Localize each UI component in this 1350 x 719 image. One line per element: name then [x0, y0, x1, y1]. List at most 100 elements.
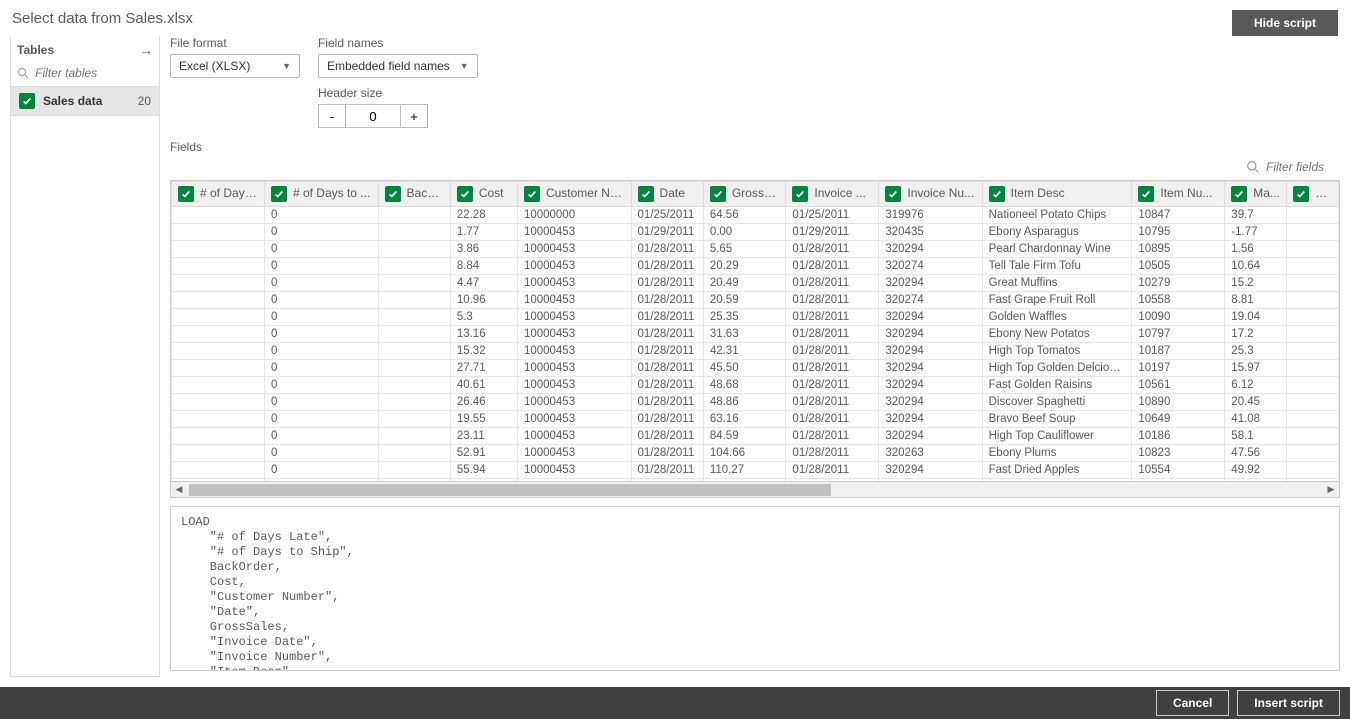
file-format-select[interactable]: Excel (XLSX) ▼ — [170, 54, 300, 78]
table-row[interactable]: 052.911000045301/28/2011104.6601/28/2011… — [172, 445, 1339, 462]
checkbox-checked-icon[interactable] — [178, 186, 194, 202]
table-cell — [378, 479, 450, 482]
table-cell: 320294 — [879, 360, 982, 377]
table-row[interactable]: 040.611000045301/28/201148.6801/28/20113… — [172, 377, 1339, 394]
table-cell: 10895 — [1132, 241, 1225, 258]
checkbox-checked-icon[interactable] — [271, 186, 287, 202]
stepper-minus-button[interactable]: - — [318, 104, 346, 128]
hide-script-button[interactable]: Hide script — [1232, 10, 1338, 36]
script-preview[interactable]: LOAD "# of Days Late", "# of Days to Shi… — [170, 506, 1340, 671]
filter-fields-input[interactable] — [1266, 160, 1336, 174]
table-cell — [378, 394, 450, 411]
table-cell: 10000453 — [517, 292, 631, 309]
table-cell: Ebony Asparagus — [982, 224, 1132, 241]
table-row[interactable]: 077.11000045301/28/2011156.5001/28/20113… — [172, 479, 1339, 482]
table-cell: 01/28/2011 — [786, 343, 879, 360]
fields-label: Fields — [170, 136, 1340, 160]
stepper-plus-button[interactable]: + — [400, 104, 428, 128]
table-row[interactable]: 03.861000045301/28/20115.6501/28/2011320… — [172, 241, 1339, 258]
table-cell — [1287, 462, 1339, 479]
field-names-value: Embedded field names — [327, 59, 450, 73]
checkbox-checked-icon[interactable] — [1138, 186, 1154, 202]
table-row[interactable]: 08.841000045301/28/201120.2901/28/201132… — [172, 258, 1339, 275]
table-cell: 320294 — [879, 326, 982, 343]
column-header[interactable]: Item Desc — [982, 182, 1132, 207]
checkbox-checked-icon[interactable] — [19, 93, 35, 109]
scroll-left-icon[interactable]: ◀ — [171, 484, 187, 495]
table-row[interactable]: 027.711000045301/28/201145.5001/28/20113… — [172, 360, 1339, 377]
column-header[interactable]: # of Days ... — [172, 182, 265, 207]
column-header[interactable]: Item Nu... — [1132, 182, 1225, 207]
table-row[interactable]: 04.471000045301/28/201120.4901/28/201132… — [172, 275, 1339, 292]
checkbox-checked-icon[interactable] — [385, 186, 401, 202]
table-cell: 10000453 — [517, 343, 631, 360]
scroll-right-icon[interactable]: ▶ — [1323, 484, 1339, 495]
cancel-button[interactable]: Cancel — [1156, 690, 1229, 716]
checkbox-checked-icon[interactable] — [710, 186, 726, 202]
field-names-select[interactable]: Embedded field names ▼ — [318, 54, 478, 78]
scrollbar-thumb[interactable] — [189, 484, 831, 496]
table-cell: 0 — [264, 377, 378, 394]
column-header[interactable]: Customer Nu... — [517, 182, 631, 207]
table-cell: 01/28/2011 — [631, 360, 703, 377]
grid-scroll-area[interactable]: # of Days ...# of Days to ...BackO...Cos… — [171, 181, 1339, 481]
table-cell: 31.63 — [703, 326, 786, 343]
table-cell: 10000453 — [517, 394, 631, 411]
checkbox-checked-icon[interactable] — [457, 186, 473, 202]
table-cell — [378, 241, 450, 258]
table-row[interactable]: 026.461000045301/28/201148.8601/28/20113… — [172, 394, 1339, 411]
column-header[interactable]: Cost — [450, 182, 517, 207]
table-cell: Ebony New Potatos — [982, 326, 1132, 343]
table-item-sales-data[interactable]: Sales data 20 — [11, 86, 159, 116]
column-header[interactable]: Date — [631, 182, 703, 207]
table-cell — [1287, 292, 1339, 309]
table-cell: 10000453 — [517, 326, 631, 343]
table-cell: Fast Golden Raisins — [982, 377, 1132, 394]
checkbox-checked-icon[interactable] — [638, 186, 654, 202]
table-cell: 320294 — [879, 428, 982, 445]
table-cell: 01/28/2011 — [786, 445, 879, 462]
checkbox-checked-icon[interactable] — [885, 186, 901, 202]
checkbox-checked-icon[interactable] — [1293, 186, 1309, 202]
table-row[interactable]: 023.111000045301/28/201184.5901/28/20113… — [172, 428, 1339, 445]
table-cell: 10000453 — [517, 445, 631, 462]
checkbox-checked-icon[interactable] — [524, 186, 540, 202]
header-size-stepper[interactable]: - + — [318, 104, 478, 128]
checkbox-checked-icon[interactable] — [989, 186, 1005, 202]
table-cell: 10187 — [1132, 343, 1225, 360]
table-row[interactable]: 05.31000045301/28/201125.3501/28/2011320… — [172, 309, 1339, 326]
checkbox-checked-icon[interactable] — [792, 186, 808, 202]
chevron-down-icon: ▼ — [460, 61, 469, 71]
table-row[interactable]: 055.941000045301/28/2011110.2701/28/2011… — [172, 462, 1339, 479]
column-header[interactable]: BackO... — [378, 182, 450, 207]
table-row[interactable]: 01.771000045301/29/20110.0001/29/2011320… — [172, 224, 1339, 241]
table-row[interactable]: 015.321000045301/28/201142.3101/28/20113… — [172, 343, 1339, 360]
column-header[interactable]: Invoice Nu... — [879, 182, 982, 207]
table-cell: 0 — [264, 411, 378, 428]
insert-script-button[interactable]: Insert script — [1237, 690, 1340, 716]
table-cell: 4.47 — [450, 275, 517, 292]
table-row[interactable]: 010.961000045301/28/201120.5901/28/20113… — [172, 292, 1339, 309]
filter-tables-input[interactable] — [35, 66, 153, 80]
table-cell: 319976 — [879, 207, 982, 224]
table-cell: 01/29/2011 — [631, 224, 703, 241]
column-header[interactable]: GrossS... — [703, 182, 786, 207]
table-cell: 320294 — [879, 394, 982, 411]
file-format-value: Excel (XLSX) — [179, 59, 250, 73]
table-cell — [1287, 224, 1339, 241]
column-header[interactable]: # of Days to ... — [264, 182, 378, 207]
horizontal-scrollbar[interactable]: ◀ ▶ — [171, 481, 1339, 497]
table-row[interactable]: 022.281000000001/25/201164.5601/25/20113… — [172, 207, 1339, 224]
field-names-label: Field names — [318, 36, 478, 50]
table-cell: 01/28/2011 — [786, 394, 879, 411]
checkbox-checked-icon[interactable] — [1231, 186, 1247, 202]
table-cell: 45.50 — [703, 360, 786, 377]
table-cell: 0 — [264, 462, 378, 479]
column-header[interactable]: Ma... — [1225, 182, 1287, 207]
table-row[interactable]: 013.161000045301/28/201131.6301/28/20113… — [172, 326, 1339, 343]
table-cell — [172, 360, 265, 377]
header-size-input[interactable] — [346, 104, 400, 128]
table-row[interactable]: 019.551000045301/28/201163.1601/28/20113… — [172, 411, 1339, 428]
column-header[interactable]: Invoice ... — [786, 182, 879, 207]
column-header[interactable]: Ope... — [1287, 182, 1339, 207]
